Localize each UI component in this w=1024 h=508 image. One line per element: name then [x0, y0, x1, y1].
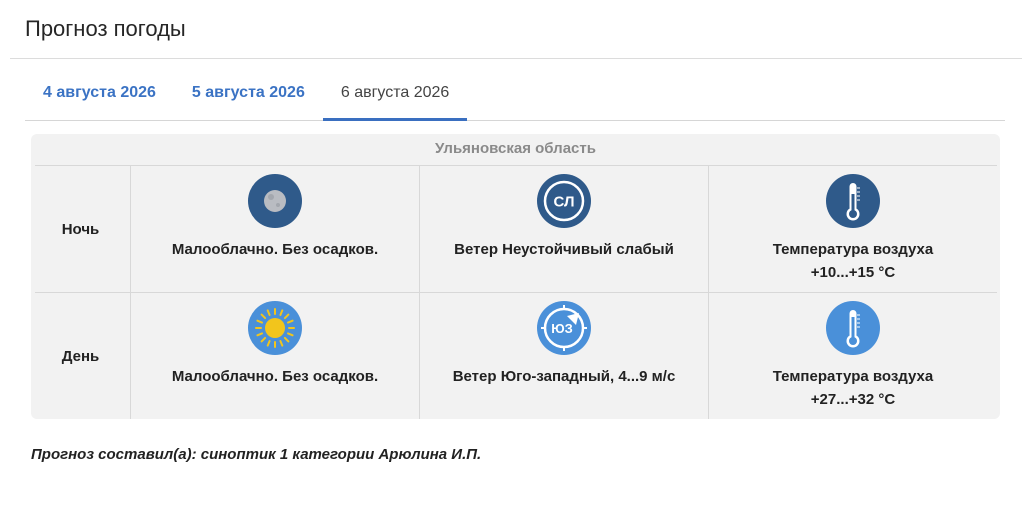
wind-text: Ветер Неустойчивый слабый — [454, 241, 674, 258]
date-tabs: 4 августа 2026 5 августа 2026 6 августа … — [25, 72, 1005, 121]
tab-date-3[interactable]: 6 августа 2026 — [322, 72, 468, 121]
temperature-cell: Температура воздуха +10...+15 °С — [709, 166, 997, 292]
wind-variable-icon: СЛ — [537, 174, 591, 228]
forecast-author: Прогноз составил(а): синоптик 1 категори… — [31, 446, 482, 463]
wind-cell: ЮЗ Ветер Юго-западный, 4...9 м/с — [420, 293, 708, 419]
temperature-value: +10...+15 °С — [810, 264, 896, 281]
temperature-value: +27...+32 °С — [810, 391, 896, 408]
sun-icon — [248, 301, 302, 355]
period-label: День — [61, 347, 100, 365]
wind-text: Ветер Юго-западный, 4...9 м/с — [452, 368, 676, 385]
wind-badge: ЮЗ — [551, 321, 573, 336]
moon-icon — [248, 174, 302, 228]
temperature-cell: Температура воздуха +27...+32 °С — [709, 293, 997, 419]
wind-badge: СЛ — [554, 194, 575, 211]
wind-direction-icon: ЮЗ — [537, 301, 591, 355]
temperature-label: Температура воздуха — [772, 241, 934, 258]
thermometer-icon — [826, 174, 880, 228]
thermometer-icon — [826, 301, 880, 355]
region-header: Ульяновская область — [435, 140, 596, 157]
forecast-row-night: Ночь Малооблачно. Без осадков. СЛ Ветер … — [31, 166, 1000, 292]
sky-text: Малооблачно. Без осадков. — [171, 241, 379, 258]
forecast-table: Ульяновская область Ночь Малооблачно. Бе… — [31, 134, 1000, 419]
title-divider — [10, 58, 1022, 59]
temperature-label: Температура воздуха — [772, 368, 934, 385]
period-label: Ночь — [61, 220, 100, 238]
sky-cell: Малооблачно. Без осадков. — [131, 166, 419, 292]
temperature-text: Температура воздуха +10...+15 °С — [709, 238, 997, 284]
sky-text: Малооблачно. Без осадков. — [171, 368, 379, 385]
tab-date-2[interactable]: 5 августа 2026 — [174, 72, 323, 120]
page-title: Прогноз погоды — [25, 16, 186, 41]
forecast-row-day: День Малооблачно. Без осадков. ЮЗ Ветер … — [31, 293, 1000, 419]
sky-cell: Малооблачно. Без осадков. — [131, 293, 419, 419]
wind-cell: СЛ Ветер Неустойчивый слабый — [420, 166, 708, 292]
temperature-text: Температура воздуха +27...+32 °С — [709, 365, 997, 411]
tab-date-1[interactable]: 4 августа 2026 — [25, 72, 174, 120]
